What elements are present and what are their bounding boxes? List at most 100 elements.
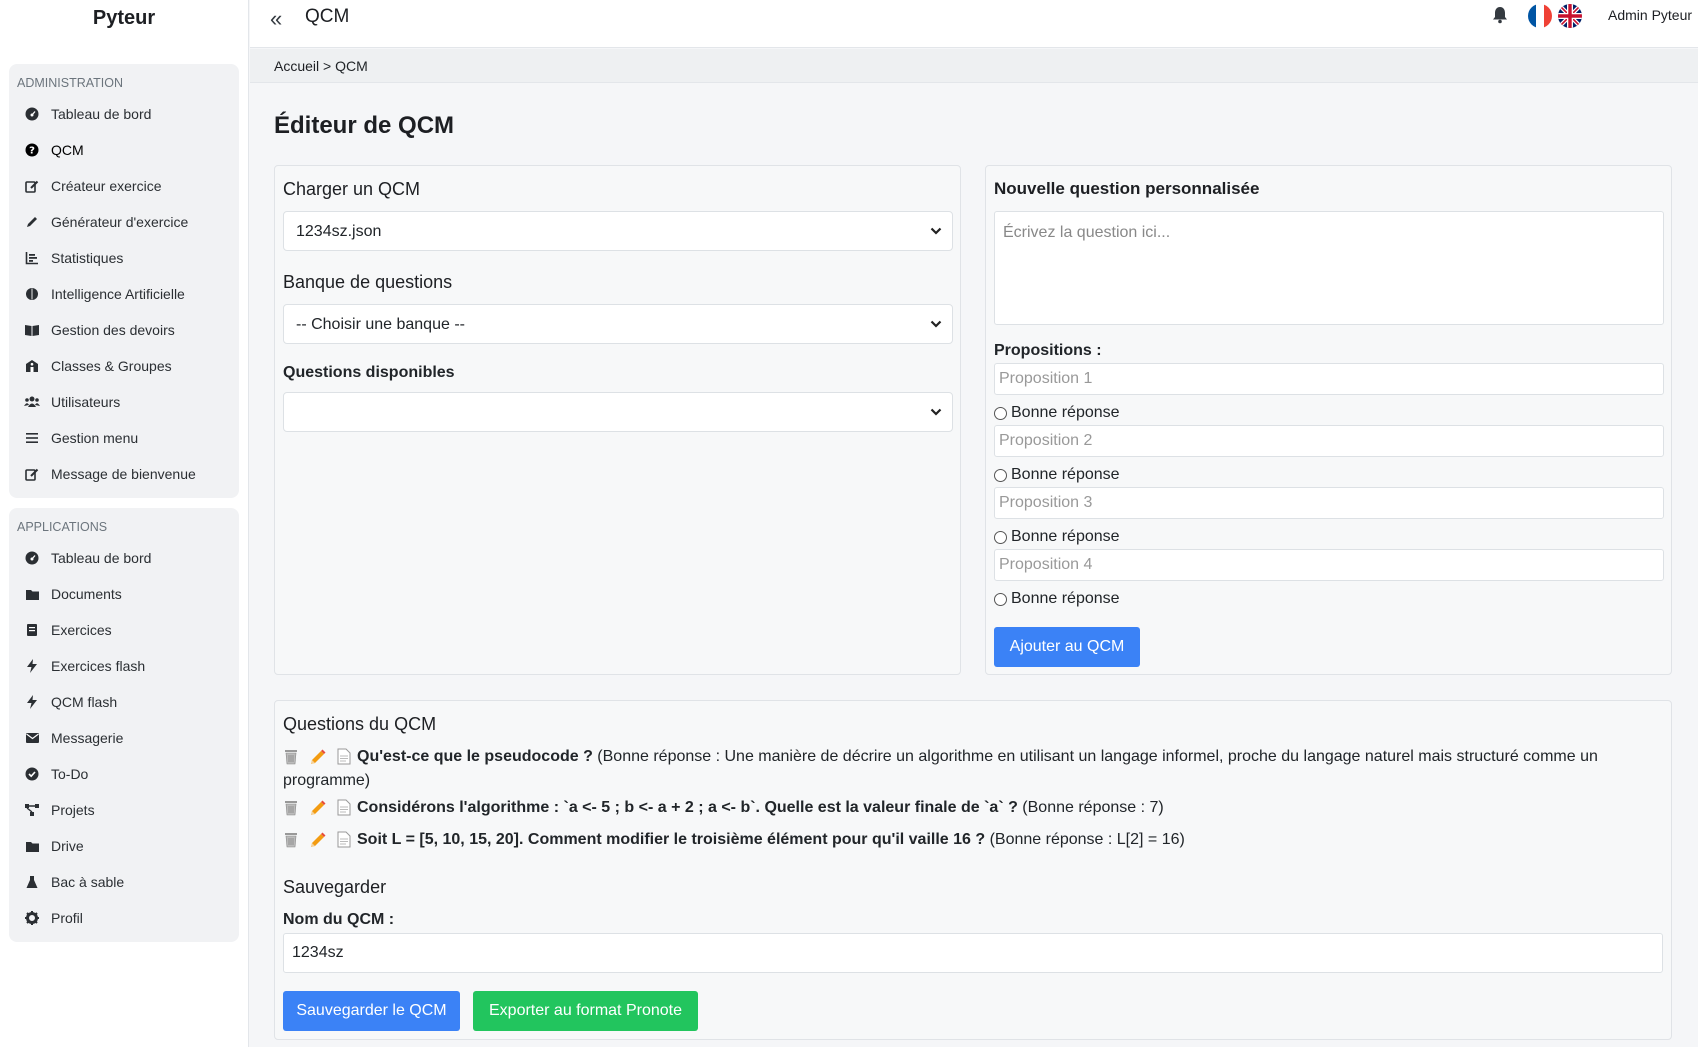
qcm-file-select-value: 1234sz.json (296, 223, 382, 240)
applications-group: APPLICATIONS Tableau de bord Documents E… (9, 508, 239, 942)
sidebar-item-label: Projets (51, 802, 95, 818)
sidebar-item-label: QCM (51, 142, 84, 158)
correct-answer-radio-2[interactable]: Bonne réponse (994, 466, 1120, 484)
available-questions-select[interactable] (283, 392, 953, 432)
qcm-question-item: Soit L = [5, 10, 15, 20]. Comment modifi… (283, 828, 1185, 852)
proposition-input-2[interactable]: Proposition 2 (994, 425, 1664, 457)
pencil-icon[interactable] (309, 831, 327, 849)
brand-logo[interactable]: Pyteur (0, 0, 248, 40)
radio-icon (994, 530, 1007, 544)
dashboard-icon (24, 550, 40, 566)
sidebar-item-drive[interactable]: Drive (9, 828, 239, 864)
sidebar-item-messagerie[interactable]: Messagerie (9, 720, 239, 756)
correct-answer-radio-4[interactable]: Bonne réponse (994, 590, 1120, 608)
sidebar-item-label: Créateur exercice (51, 178, 162, 194)
sidebar-item-gestion-menu[interactable]: Gestion menu (9, 420, 239, 456)
sidebar-item-label: Exercices (51, 622, 112, 638)
topbar: « QCM Admin Pyteur (250, 0, 1698, 48)
sidebar-item-label: Exercices flash (51, 658, 146, 674)
pencil-icon[interactable] (309, 799, 327, 817)
qcm-file-select[interactable]: 1234sz.json (283, 211, 953, 251)
proposition-input-4[interactable]: Proposition 4 (994, 549, 1664, 581)
sidebar-item-label: QCM flash (51, 694, 118, 710)
sidebar-item-classes-groupes[interactable]: Classes & Groupes (9, 348, 239, 384)
project-diagram-icon (24, 802, 40, 818)
admin-group: ADMINISTRATION Tableau de bord ? QCM Cré… (9, 64, 239, 498)
qcm-question-item: Considérons l'algorithme : `a <- 5 ; b <… (283, 796, 1164, 820)
sidebar-item-profil[interactable]: Profil (9, 900, 239, 936)
qcm-questions-title: Questions du QCM (283, 714, 437, 734)
sidebar-item-utilisateurs[interactable]: Utilisateurs (9, 384, 239, 420)
sidebar-item-exercices[interactable]: Exercices (9, 612, 239, 648)
correct-answer-radio-3[interactable]: Bonne réponse (994, 528, 1120, 546)
sidebar-item-label: Intelligence Artificielle (51, 286, 185, 302)
sidebar-item-exercices-flash[interactable]: Exercices flash (9, 648, 239, 684)
trash-icon[interactable] (283, 799, 299, 817)
export-pronote-button[interactable]: Exporter au format Pronote (473, 991, 698, 1031)
bolt-icon (24, 658, 40, 674)
document-icon[interactable] (337, 748, 351, 766)
bank-select[interactable]: -- Choisir une banque -- (283, 304, 953, 344)
save-qcm-button[interactable]: Sauvegarder le QCM (283, 991, 460, 1031)
brain-icon (24, 286, 40, 302)
sidebar-item-label: Tableau de bord (51, 106, 152, 122)
sidebar-item-projets[interactable]: Projets (9, 792, 239, 828)
radio-icon (994, 592, 1007, 606)
proposition-placeholder: Proposition 4 (999, 556, 1093, 573)
document-icon[interactable] (337, 831, 351, 849)
proposition-input-3[interactable]: Proposition 3 (994, 487, 1664, 519)
bolt-icon (24, 694, 40, 710)
bars-icon (24, 430, 40, 446)
folder-icon (24, 838, 40, 854)
flag-fr-icon[interactable] (1528, 4, 1552, 28)
sidebar-item-bac-a-sable[interactable]: Bac à sable (9, 864, 239, 900)
sidebar-item-app-tableau-de-bord[interactable]: Tableau de bord (9, 540, 239, 576)
flag-uk-icon[interactable] (1558, 4, 1582, 28)
sidebar-item-qcm-flash[interactable]: QCM flash (9, 684, 239, 720)
load-qcm-card: Charger un QCM 1234sz.json Banque de que… (274, 165, 961, 675)
collapse-sidebar-icon[interactable]: « (270, 6, 282, 32)
sidebar-item-message-bienvenue[interactable]: Message de bienvenue (9, 456, 239, 492)
bell-icon[interactable] (1492, 6, 1508, 29)
radio-label: Bonne réponse (1011, 466, 1120, 483)
question-textarea-placeholder: Écrivez la question ici... (1003, 224, 1171, 241)
correct-answer-radio-1[interactable]: Bonne réponse (994, 404, 1120, 422)
answer-text: (Bonne réponse : 7) (1017, 799, 1164, 816)
dashboard-icon (24, 106, 40, 122)
sidebar-item-documents[interactable]: Documents (9, 576, 239, 612)
sidebar-item-createur-exercice[interactable]: Créateur exercice (9, 168, 239, 204)
sidebar-item-label: To-Do (51, 766, 89, 782)
add-to-qcm-button[interactable]: Ajouter au QCM (994, 627, 1140, 667)
check-circle-icon (24, 766, 40, 782)
sidebar-item-gestion-devoirs[interactable]: Gestion des devoirs (9, 312, 239, 348)
trash-icon[interactable] (283, 831, 299, 849)
breadcrumb-home[interactable]: Accueil (274, 58, 319, 74)
sidebar-item-qcm[interactable]: ? QCM (9, 132, 239, 168)
new-question-title: Nouvelle question personnalisée (994, 179, 1260, 198)
chevron-down-icon (930, 224, 942, 243)
sidebar-item-intelligence-artificielle[interactable]: Intelligence Artificielle (9, 276, 239, 312)
sidebar-item-generateur-exercice[interactable]: Générateur d'exercice (9, 204, 239, 240)
sidebar-item-label: Messagerie (51, 730, 124, 746)
propositions-label: Propositions : (994, 342, 1102, 359)
chevron-down-icon (930, 405, 942, 424)
qcm-name-input[interactable]: 1234sz (283, 933, 1663, 973)
breadcrumb: Accueil > QCM (250, 49, 1698, 83)
pencil-icon[interactable] (309, 748, 327, 766)
document-icon[interactable] (337, 799, 351, 817)
topbar-page-name: QCM (305, 6, 350, 27)
sidebar-item-todo[interactable]: To-Do (9, 756, 239, 792)
bank-select-value: -- Choisir une banque -- (296, 316, 465, 333)
question-circle-icon: ? (24, 142, 40, 158)
proposition-placeholder: Proposition 3 (999, 494, 1093, 511)
sidebar-item-tableau-de-bord[interactable]: Tableau de bord (9, 96, 239, 132)
sidebar-item-statistiques[interactable]: Statistiques (9, 240, 239, 276)
book-icon (24, 622, 40, 638)
gear-icon (24, 910, 40, 926)
trash-icon[interactable] (283, 748, 299, 766)
user-menu[interactable]: Admin Pyteur (1608, 7, 1692, 23)
question-text: Qu'est-ce que le pseudocode ? (357, 748, 593, 765)
proposition-input-1[interactable]: Proposition 1 (994, 363, 1664, 395)
question-textarea[interactable]: Écrivez la question ici... (994, 211, 1664, 325)
sidebar-item-label: Générateur d'exercice (51, 214, 189, 230)
